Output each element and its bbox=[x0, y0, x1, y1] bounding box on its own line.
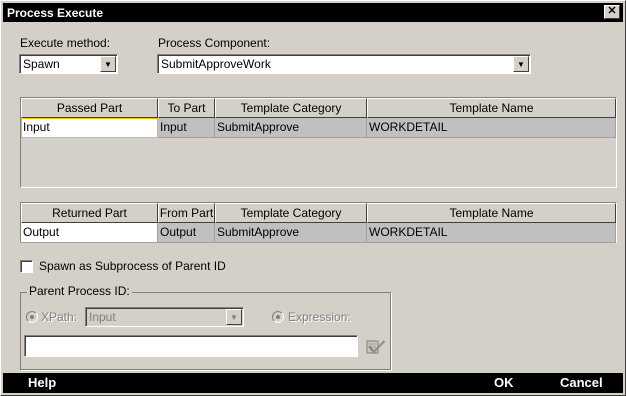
xpath-value: Input bbox=[89, 310, 116, 324]
to-part-cell[interactable]: Input bbox=[158, 118, 215, 138]
process-execute-dialog: Process Execute ✕ Execute method: Spawn … bbox=[0, 0, 626, 396]
xpath-select[interactable]: Input ▼ bbox=[85, 307, 244, 327]
column-header[interactable]: Template Category bbox=[215, 98, 367, 118]
process-component-value: SubmitApproveWork bbox=[161, 57, 271, 71]
template-name-cell[interactable]: WORKDETAIL bbox=[367, 223, 616, 243]
parent-process-group bbox=[20, 292, 391, 370]
column-header[interactable]: To Part bbox=[158, 98, 215, 118]
returned-parts-table: Returned Part From Part Template Categor… bbox=[20, 202, 617, 243]
help-button[interactable]: Help bbox=[28, 373, 56, 393]
spawn-subprocess-checkbox[interactable] bbox=[20, 260, 33, 273]
expression-label: Expression: bbox=[288, 310, 351, 324]
column-header[interactable]: Template Category bbox=[215, 203, 367, 223]
template-category-cell[interactable]: SubmitApprove bbox=[215, 223, 367, 243]
template-category-cell[interactable]: SubmitApprove bbox=[215, 118, 367, 138]
table-header-row: Returned Part From Part Template Categor… bbox=[21, 203, 616, 223]
expression-radio[interactable] bbox=[272, 311, 284, 323]
parent-id-field[interactable] bbox=[24, 335, 358, 357]
cancel-button[interactable]: Cancel bbox=[560, 373, 603, 393]
edit-expression-icon[interactable] bbox=[364, 337, 386, 357]
window-title: Process Execute bbox=[7, 5, 104, 20]
table-row[interactable]: Output Output SubmitApprove WORKDETAIL bbox=[21, 223, 616, 243]
returned-part-cell[interactable]: Output bbox=[21, 223, 158, 243]
footer-bar: Help OK Cancel bbox=[3, 373, 623, 393]
xpath-label: XPath: bbox=[41, 310, 78, 324]
table-header-row: Passed Part To Part Template Category Te… bbox=[21, 98, 616, 118]
passed-parts-table: Passed Part To Part Template Category Te… bbox=[20, 97, 617, 188]
execute-method-value: Spawn bbox=[23, 57, 60, 71]
xpath-radio[interactable] bbox=[26, 311, 38, 323]
ok-button[interactable]: OK bbox=[494, 373, 514, 393]
column-header[interactable]: Template Name bbox=[367, 98, 616, 118]
column-header[interactable]: From Part bbox=[158, 203, 215, 223]
title-bar: Process Execute ✕ bbox=[3, 3, 623, 22]
close-icon[interactable]: ✕ bbox=[604, 5, 620, 19]
chevron-down-icon[interactable]: ▼ bbox=[226, 309, 242, 325]
process-component-label: Process Component: bbox=[158, 36, 271, 50]
chevron-down-icon[interactable]: ▼ bbox=[513, 56, 529, 72]
passed-part-cell[interactable]: Input bbox=[21, 118, 158, 138]
parent-process-title: Parent Process ID: bbox=[27, 284, 132, 298]
column-header[interactable]: Passed Part bbox=[21, 98, 158, 118]
execute-method-label: Execute method: bbox=[20, 36, 111, 50]
column-header[interactable]: Returned Part bbox=[21, 203, 158, 223]
from-part-cell[interactable]: Output bbox=[158, 223, 215, 243]
table-row[interactable]: Input Input SubmitApprove WORKDETAIL bbox=[21, 118, 616, 138]
spawn-subprocess-label[interactable]: Spawn as Subprocess of Parent ID bbox=[39, 259, 226, 273]
process-component-select[interactable]: SubmitApproveWork ▼ bbox=[157, 54, 531, 74]
execute-method-select[interactable]: Spawn ▼ bbox=[19, 54, 118, 74]
column-header[interactable]: Template Name bbox=[367, 203, 616, 223]
chevron-down-icon[interactable]: ▼ bbox=[100, 56, 116, 72]
template-name-cell[interactable]: WORKDETAIL bbox=[367, 118, 616, 138]
